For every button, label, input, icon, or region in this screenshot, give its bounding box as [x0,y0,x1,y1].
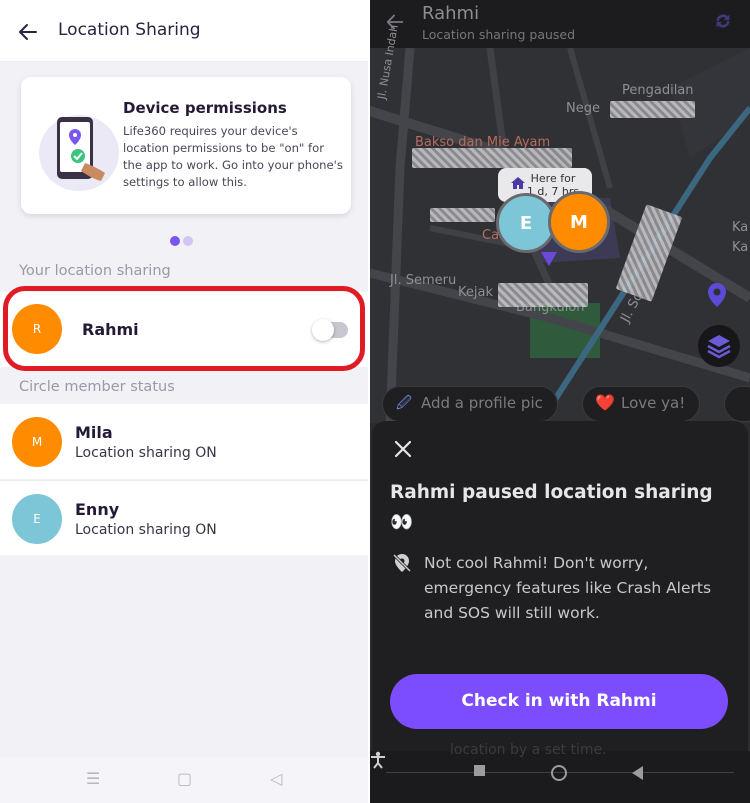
love-ya-chip[interactable]: ❤️ Love ya! [582,386,701,422]
home-icon [511,177,525,189]
card-title: Device permissions [123,99,287,117]
map-screen: Rahmi Location sharing paused Jl. Nusa I… [370,0,750,803]
list-item[interactable]: M Mila Location sharing ON [0,404,368,479]
chip-label: Add a profile pic [421,394,543,412]
place-pin-icon[interactable] [705,282,729,308]
back-arrow-icon[interactable] [16,20,40,44]
sheet-title: Rahmi paused location sharing 👀 [390,482,713,533]
chip-label: Love ya! [621,394,686,412]
stop-icon[interactable] [474,765,485,776]
member-name: Enny [75,500,120,519]
map-label: Kejak [458,285,493,300]
card-body: Life360 requires your device's location … [123,124,343,189]
your-sharing-label: Your location sharing [19,263,171,279]
layers-icon [707,335,731,359]
map-view[interactable]: Jl. Nusa Indah Nege Pengadilan Bakso dan… [370,24,750,423]
sharing-status: Location sharing paused [422,27,576,42]
phone-location-illustration-icon [39,115,119,191]
avatar: E [12,494,62,544]
blurred-label [498,283,588,307]
page-title: Location Sharing [58,20,201,40]
home-icon[interactable] [551,765,567,781]
heart-icon: ❤️ [595,393,615,412]
location-off-icon [392,553,412,573]
location-sharing-screen: Location Sharing Device permissions Life… [0,0,368,803]
refresh-icon[interactable] [712,10,734,32]
map-label: Pengadilan [622,83,694,98]
check-in-button[interactable]: Check in with Rahmi [390,674,728,729]
member-name: Rahmi [422,3,480,24]
map-header: Rahmi Location sharing paused [370,0,750,48]
map-label: Nege [566,101,600,116]
list-item[interactable]: E Enny Location sharing ON [0,480,368,555]
highlight-outline [3,286,365,371]
map-layers-button[interactable] [698,325,740,367]
circle-status-label: Circle member status [19,379,175,395]
sheet-message: Not cool Rahmi! Don't worry, emergency f… [424,554,712,622]
menu-icon[interactable]: ☰ [86,769,100,788]
back-icon[interactable] [632,766,643,780]
home-icon[interactable]: ▢ [177,769,192,788]
carousel-dot-active[interactable] [170,236,180,246]
app-bar: Location Sharing [0,0,368,62]
device-permissions-card[interactable]: Device permissions Life360 requires your… [21,77,351,214]
system-nav-bar: location by a set time. [370,742,750,803]
map-label: Jl. Semeru [390,273,457,288]
map-label: Ka [732,220,749,235]
member-status: Location sharing ON [75,445,217,461]
close-icon[interactable] [393,439,413,459]
map-label: Ka [732,240,749,255]
location-pin-icon [541,252,557,266]
paused-sharing-sheet: Rahmi paused location sharing 👀 Not cool… [372,421,748,751]
map-pin-enny[interactable]: E [496,193,556,253]
member-name: Mila [75,423,113,442]
map-pin-mila[interactable]: M [548,191,610,253]
blurred-label [430,208,495,222]
pencil-icon: 🖉 [396,394,412,412]
carousel-dots [170,231,196,250]
system-nav-bar: ☰ ▢ ◁ [0,758,368,803]
accessibility-icon[interactable] [370,751,386,769]
back-icon[interactable]: ◁ [270,769,282,788]
blurred-label [412,148,572,168]
avatar: M [12,417,62,467]
add-profile-pic-chip[interactable]: 🖉 Add a profile pic [382,386,558,422]
carousel-dot[interactable] [183,236,193,246]
blurred-label [610,101,695,118]
member-status: Location sharing ON [75,522,217,538]
obscured-text: location by a set time. [450,742,607,758]
